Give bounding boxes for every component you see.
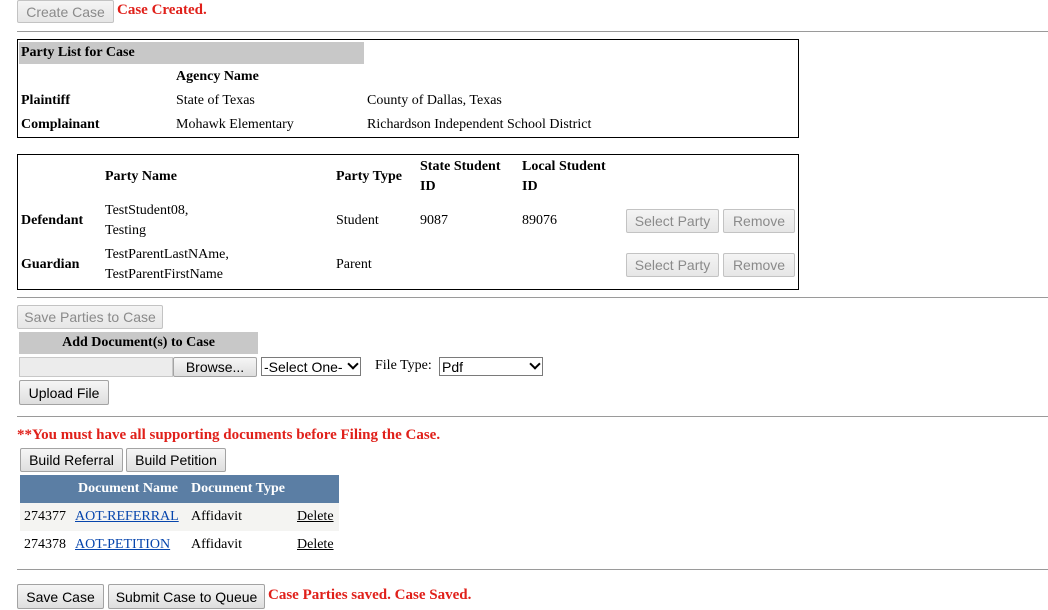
party-list-role: Plaintiff [21,93,70,108]
supporting-documents-warning: **You must have all supporting documents… [17,427,441,443]
remove-party-button[interactable]: Remove [723,253,795,277]
local-student-id-header-2: ID [522,179,538,194]
file-type-value: Pdf [442,358,464,375]
party-list-agency: Mohawk Elementary [176,117,294,132]
document-category-value: -Select One- [264,358,343,375]
chevron-down-icon [529,358,541,370]
file-type-select[interactable]: Pdf [439,357,543,376]
table-row [20,531,339,559]
build-referral-button[interactable]: Build Referral [20,448,123,472]
state-student-id: 9087 [420,213,448,228]
submit-case-button[interactable]: Submit Case to Queue [108,584,265,609]
state-student-id-header: State Student [420,159,501,174]
create-case-button[interactable]: Create Case [17,0,114,23]
document-id: 274378 [24,537,66,552]
document-category-select[interactable]: -Select One- [261,357,361,376]
divider [17,416,1048,417]
party-list-entity: Richardson Independent School District [367,117,592,132]
document-type-header: Document Type [191,481,285,496]
upload-file-button[interactable]: Upload File [19,380,109,405]
file-path-input[interactable] [19,357,173,377]
party-list-agency: State of Texas [176,93,255,108]
state-student-id-header-2: ID [420,179,436,194]
party-list-title: Party List for Case [19,42,364,64]
agency-name-header: Agency Name [176,69,259,84]
save-parties-button[interactable]: Save Parties to Case [17,305,163,329]
divider [17,297,1048,298]
build-petition-button[interactable]: Build Petition [126,448,226,472]
chevron-down-icon [347,358,359,370]
party-name-line-1: TestParentLastNAme, [105,247,229,262]
local-student-id-header: Local Student [522,159,606,174]
divider [17,31,1048,32]
party-name-line-1: TestStudent08, [105,203,189,218]
delete-document-link[interactable]: Delete [297,537,334,553]
divider [17,569,1048,570]
table-row [20,503,339,531]
save-case-button[interactable]: Save Case [17,584,104,609]
party-type: Parent [336,257,372,272]
select-party-button[interactable]: Select Party [626,253,719,277]
select-party-button[interactable]: Select Party [626,209,719,233]
party-type: Student [336,213,379,228]
case-saved-message: Case Parties saved. Case Saved. [268,587,472,603]
document-link[interactable]: AOT-REFERRAL [75,509,179,525]
browse-button[interactable]: Browse... [173,357,257,377]
document-name-header: Document Name [78,481,178,496]
party-role: Defendant [21,213,84,228]
document-table-header [20,475,339,503]
add-documents-header: Add Document(s) to Case [19,332,258,354]
party-name-line-2: TestParentFirstName [105,267,223,282]
party-name-header: Party Name [105,169,177,184]
document-link[interactable]: AOT-PETITION [75,537,170,553]
file-type-label: File Type: [375,358,432,373]
document-type: Affidavit [191,509,243,524]
party-role: Guardian [21,257,80,272]
party-name-line-2: Testing [105,223,147,238]
remove-party-button[interactable]: Remove [723,209,795,233]
document-id: 274377 [24,509,66,524]
delete-document-link[interactable]: Delete [297,509,334,525]
case-created-message: Case Created. [117,2,207,18]
party-list-role: Complainant [21,117,100,132]
document-type: Affidavit [191,537,243,552]
party-list-entity: County of Dallas, Texas [367,93,502,108]
party-type-header: Party Type [336,169,402,184]
local-student-id: 89076 [522,213,557,228]
